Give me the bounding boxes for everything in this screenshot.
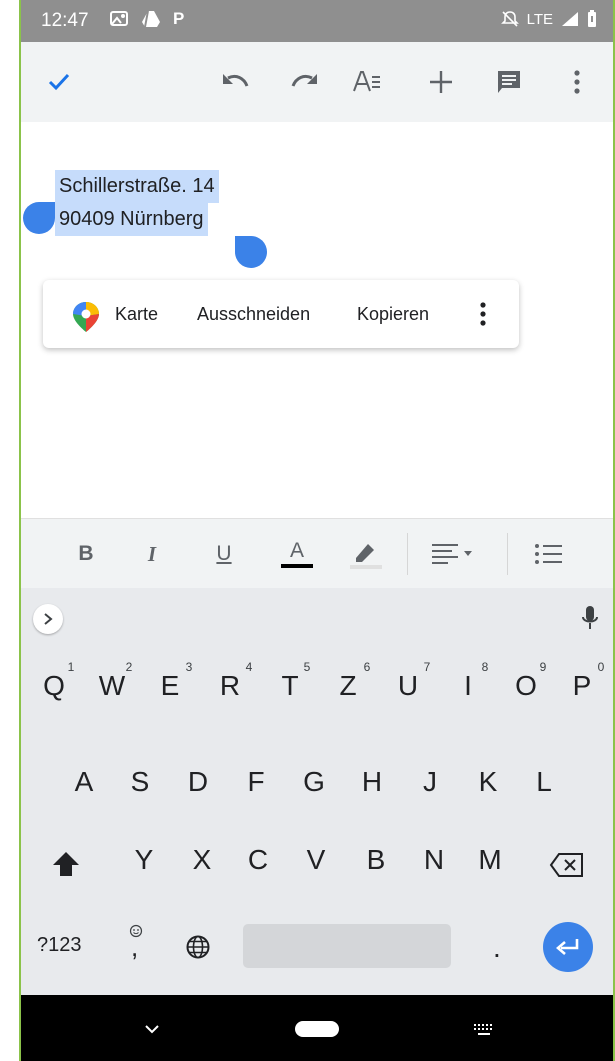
google-maps-icon[interactable] (69, 300, 103, 334)
selection-end-handle[interactable] (235, 236, 267, 268)
key-hint: 1 (67, 660, 75, 674)
period-key[interactable]: . (493, 932, 501, 964)
key-q[interactable]: Q (29, 670, 79, 702)
format-divider (507, 533, 508, 575)
key-w[interactable]: W (87, 670, 137, 702)
key-row-1: Q W E R T Z U I O P 1 2 3 4 5 6 7 8 9 0 (19, 660, 615, 720)
backspace-icon[interactable] (549, 852, 585, 878)
selected-text[interactable]: Schillerstraße. 14 90409 Nürnberg (55, 170, 219, 236)
list-icon[interactable] (531, 537, 567, 571)
bold-button[interactable]: B (71, 537, 101, 571)
mute-icon (500, 11, 519, 27)
copy-action[interactable]: Kopieren (357, 304, 429, 325)
key-l[interactable]: L (519, 766, 569, 798)
address-line-1[interactable]: Schillerstraße. 14 (55, 170, 219, 203)
key-f[interactable]: F (231, 766, 281, 798)
symbols-key[interactable]: ?123 (37, 934, 82, 957)
text-color-button[interactable]: A (279, 537, 315, 571)
key-hint: 0 (597, 660, 605, 674)
home-pill[interactable] (295, 1021, 339, 1037)
format-divider (407, 533, 408, 575)
phone-screen: 12:47 P LTE Schillerstraße. 14 90409 Nür… (19, 0, 615, 1061)
key-b[interactable]: B (351, 844, 401, 876)
key-i[interactable]: I (443, 670, 493, 702)
key-hint: 8 (481, 660, 489, 674)
key-o[interactable]: O (501, 670, 551, 702)
key-hint: 2 (125, 660, 133, 674)
space-key[interactable] (243, 924, 451, 968)
key-t[interactable]: T (265, 670, 315, 702)
key-k[interactable]: K (463, 766, 513, 798)
key-e[interactable]: E (145, 670, 195, 702)
key-z[interactable]: Z (323, 670, 373, 702)
key-hint: 3 (185, 660, 193, 674)
redo-icon[interactable] (285, 62, 325, 102)
cut-action[interactable]: Ausschneiden (197, 304, 310, 325)
align-icon[interactable] (429, 537, 481, 571)
parking-icon: P (173, 9, 185, 28)
enter-icon (556, 939, 579, 955)
mic-icon[interactable] (581, 604, 599, 632)
key-c[interactable]: C (233, 844, 283, 876)
map-action[interactable]: Karte (115, 304, 158, 325)
text-color-swatch (281, 564, 313, 568)
key-row-2: A S D F G H J K L (19, 766, 615, 816)
highlight-icon[interactable] (347, 537, 385, 571)
more-vert-icon[interactable] (557, 62, 597, 102)
key-hint: 7 (423, 660, 431, 674)
shift-icon[interactable] (51, 850, 81, 878)
signal-icon (562, 12, 578, 26)
insert-icon[interactable] (421, 62, 461, 102)
undo-icon[interactable] (215, 62, 255, 102)
keyboard-switch-icon[interactable] (473, 1023, 495, 1037)
status-time: 12:47 (41, 10, 89, 31)
key-y[interactable]: Y (119, 844, 169, 876)
key-hint: 9 (539, 660, 547, 674)
chevron-down-icon[interactable] (143, 1023, 161, 1035)
suggestion-strip (19, 588, 615, 650)
selection-start-handle[interactable] (23, 202, 55, 234)
key-hint: 5 (303, 660, 311, 674)
key-d[interactable]: D (173, 766, 223, 798)
more-vert-icon[interactable] (479, 300, 487, 328)
key-u[interactable]: U (383, 670, 433, 702)
key-h[interactable]: H (347, 766, 397, 798)
key-hint: 6 (363, 660, 371, 674)
key-hint: 4 (245, 660, 253, 674)
format-bar: B I U A (19, 518, 615, 589)
battery-icon (588, 10, 596, 27)
key-j[interactable]: J (405, 766, 455, 798)
navigation-bar (19, 995, 615, 1061)
key-m[interactable]: M (465, 844, 515, 876)
keyboard: Q W E R T Z U I O P 1 2 3 4 5 6 7 8 9 0 … (19, 588, 615, 995)
underline-button[interactable]: U (209, 537, 239, 571)
status-bar: 12:47 P LTE (19, 0, 615, 42)
check-icon[interactable] (39, 62, 79, 102)
globe-icon[interactable] (185, 934, 211, 960)
docs-toolbar (19, 42, 615, 122)
network-type: LTE (526, 10, 553, 28)
text-format-icon[interactable] (347, 62, 387, 102)
key-g[interactable]: G (289, 766, 339, 798)
address-line-2[interactable]: 90409 Nürnberg (55, 203, 208, 236)
comma-key[interactable]: , (131, 932, 138, 963)
key-r[interactable]: R (205, 670, 255, 702)
key-s[interactable]: S (115, 766, 165, 798)
enter-key[interactable] (543, 922, 593, 972)
key-x[interactable]: X (177, 844, 227, 876)
key-row-3: Y X C V B N M (19, 844, 615, 894)
selection-context-menu: Karte Ausschneiden Kopieren (43, 280, 519, 348)
italic-button[interactable]: I (137, 537, 167, 571)
photos-icon (110, 11, 128, 26)
text-color-label: A (289, 539, 304, 562)
chevron-right-icon[interactable] (33, 604, 63, 634)
drive-icon (142, 10, 160, 28)
document-body[interactable]: Schillerstraße. 14 90409 Nürnberg Karte … (19, 122, 615, 518)
key-v[interactable]: V (291, 844, 341, 876)
key-p[interactable]: P (557, 670, 607, 702)
key-n[interactable]: N (409, 844, 459, 876)
comment-icon[interactable] (489, 62, 529, 102)
key-a[interactable]: A (59, 766, 109, 798)
